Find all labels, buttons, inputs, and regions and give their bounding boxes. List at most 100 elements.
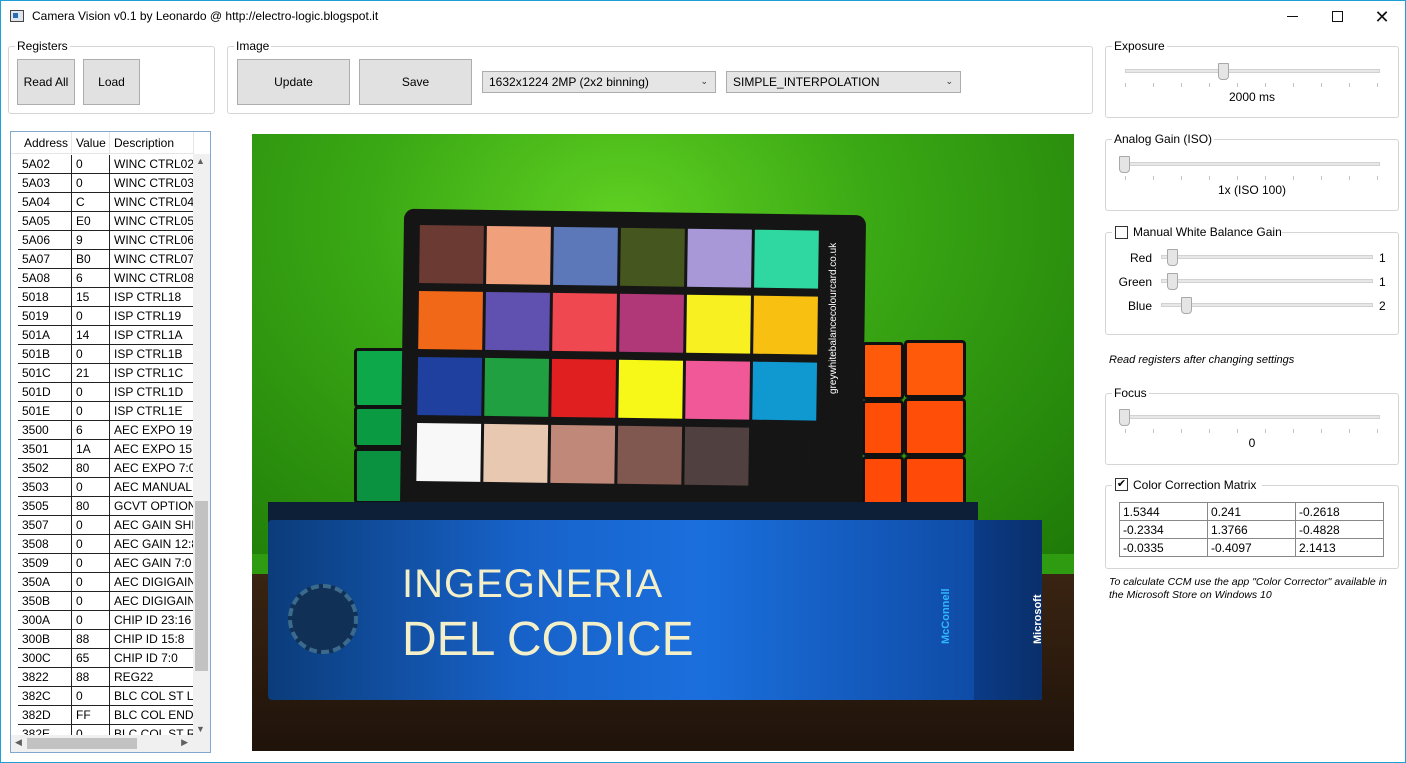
table-row[interactable]: 35006AEC EXPO 19:16 — [18, 421, 194, 440]
cell-description: WINC CTRL05 — [110, 212, 194, 230]
photo-cube — [862, 342, 904, 400]
register-table-header: Address Value Description — [11, 132, 194, 154]
color-patch — [553, 226, 618, 286]
interpolation-select[interactable]: SIMPLE_INTERPOLATION ⌄ — [726, 71, 961, 93]
cell-address: 3507 — [18, 516, 72, 534]
table-row[interactable]: 501B 0 ISP CTRL1B — [18, 345, 194, 364]
cell-address: 382C — [18, 687, 72, 705]
save-button[interactable]: Save — [359, 59, 472, 105]
white-balance-label: Manual White Balance Gain — [1133, 225, 1282, 239]
register-rows: 5A02 0 WINC CTRL02 5A03 0 WINC CTRL03 5A04 C WIN… — [18, 155, 194, 744]
table-row[interactable]: 5A02 0 WINC CTRL02 — [18, 155, 194, 174]
photo-cube — [904, 340, 966, 398]
cell-value: 0 — [72, 516, 110, 534]
load-button[interactable]: Load — [83, 59, 140, 105]
cell-address: 382D — [18, 706, 72, 724]
table-row[interactable]: 501C 21 ISP CTRL1C — [18, 364, 194, 383]
table-row[interactable]: 3509 0 AEC GAIN 7:0 — [18, 554, 194, 573]
ccm-cell[interactable]: 2.1413 — [1295, 538, 1384, 557]
update-button[interactable]: Update — [237, 59, 350, 105]
ccm-checkbox[interactable]: ✔ — [1115, 478, 1128, 491]
table-row[interactable]: 300A 0 CHIP ID 23:16 — [18, 611, 194, 630]
table-row[interactable]: 501D 0 ISP CTRL1D — [18, 383, 194, 402]
cell-description: CHIP ID 15:8 — [110, 630, 194, 648]
table-row[interactable]: 3822 88 REG22 — [18, 668, 194, 687]
table-row[interactable]: 35070AEC GAIN SHIFT — [18, 516, 194, 535]
color-patch — [484, 357, 550, 417]
table-row[interactable]: 5A03 0 WINC CTRL03 — [18, 174, 194, 193]
table-row[interactable]: 5A05 E0 WINC CTRL05 — [18, 212, 194, 231]
white-balance-checkbox[interactable] — [1115, 226, 1128, 239]
horizontal-scroll-thumb[interactable] — [27, 738, 137, 749]
registers-group-label: Registers — [15, 39, 70, 53]
cell-description: WINC CTRL06 — [110, 231, 194, 249]
focus-slider-thumb[interactable] — [1119, 409, 1130, 426]
wb-red-slider-thumb[interactable] — [1167, 249, 1179, 266]
ccm-cell[interactable]: -0.4828 — [1295, 520, 1384, 539]
scroll-left-icon[interactable]: ◀ — [15, 737, 22, 748]
table-row[interactable]: 3501 1A AEC EXPO 15:8 — [18, 440, 194, 459]
wb-green-slider-track[interactable] — [1161, 279, 1373, 283]
ccm-cell[interactable]: -0.2334 — [1119, 520, 1208, 539]
wb-blue-slider-thumb[interactable] — [1181, 297, 1193, 314]
table-row[interactable]: 3502 80 AEC EXPO 7:0 — [18, 459, 194, 478]
table-row[interactable]: 382DFFBLC COL END L — [18, 706, 194, 725]
table-row[interactable]: 3508 0 AEC GAIN 12:8 — [18, 535, 194, 554]
column-header-value[interactable]: Value — [72, 132, 110, 153]
column-header-description[interactable]: Description — [110, 132, 194, 153]
table-row[interactable]: 300C 65 CHIP ID 7:0 — [18, 649, 194, 668]
table-row[interactable]: 5019 0 ISP CTRL19 — [18, 307, 194, 326]
table-row[interactable]: 5A06 9 WINC CTRL06 — [18, 231, 194, 250]
analog-gain-slider-track[interactable] — [1125, 162, 1380, 166]
read-all-button[interactable]: Read All — [17, 59, 75, 105]
ccm-cell[interactable]: -0.2618 — [1295, 502, 1384, 521]
color-patch — [419, 225, 484, 284]
scroll-right-icon[interactable]: ▶ — [181, 737, 188, 748]
scroll-down-icon[interactable]: ▼ — [196, 724, 205, 734]
wb-red-slider-track[interactable] — [1161, 255, 1373, 259]
focus-slider-track[interactable] — [1125, 415, 1380, 419]
cell-description: WINC CTRL03 — [110, 174, 194, 192]
wb-blue-slider-track[interactable] — [1161, 303, 1373, 307]
table-row[interactable]: 350B 0 AEC DIGIGAIN — [18, 592, 194, 611]
app-window: Camera Vision v0.1 by Leonardo @ http://… — [0, 0, 1406, 763]
table-row[interactable]: 3503 0 AEC MANUAL — [18, 478, 194, 497]
exposure-label: Exposure — [1112, 39, 1167, 53]
table-row[interactable]: 5018 15 ISP CTRL18 — [18, 288, 194, 307]
ccm-cell[interactable]: -0.4097 — [1207, 538, 1296, 557]
table-row[interactable]: 300B 88 CHIP ID 15:8 — [18, 630, 194, 649]
exposure-slider-thumb[interactable] — [1217, 63, 1229, 80]
analog-gain-slider-ticks — [1125, 176, 1380, 180]
table-row[interactable]: 501A 14 ISP CTRL1A — [18, 326, 194, 345]
ccm-cell[interactable]: 1.5344 — [1119, 502, 1208, 521]
analog-gain-slider-thumb[interactable] — [1119, 156, 1130, 173]
table-row[interactable]: 350A 0 AEC DIGIGAIN — [18, 573, 194, 592]
cell-description: ISP CTRL1D — [110, 383, 194, 401]
vertical-scroll-thumb[interactable] — [195, 501, 208, 671]
table-row[interactable]: 501E 0 ISP CTRL1E — [18, 402, 194, 421]
table-row[interactable]: 3505 80 GCVT OPTION — [18, 497, 194, 516]
vertical-scrollbar[interactable]: ▲ ▼ — [193, 154, 210, 736]
color-patch — [618, 359, 684, 419]
table-row[interactable]: 5A08 6 WINC CTRL08 — [18, 269, 194, 288]
table-row[interactable]: 5A07 B0 WINC CTRL07 — [18, 250, 194, 269]
ccm-cell[interactable]: 0.241 — [1207, 502, 1296, 521]
table-row[interactable]: 5A04 C WINC CTRL04 — [18, 193, 194, 212]
cell-address: 350B — [18, 592, 72, 610]
wb-green-slider-thumb[interactable] — [1167, 273, 1179, 290]
horizontal-scrollbar[interactable]: ◀ ▶ — [11, 735, 210, 752]
table-row[interactable]: 382C 0 BLC COL ST L — [18, 687, 194, 706]
column-header-address[interactable]: Address — [11, 132, 72, 153]
cell-value: 0 — [72, 611, 110, 629]
cell-value: 0 — [72, 687, 110, 705]
maximize-button[interactable] — [1314, 1, 1360, 32]
register-table[interactable]: Address Value Description 5A02 0 WINC CTRL… — [10, 131, 211, 753]
ccm-cell[interactable]: 1.3766 — [1207, 520, 1296, 539]
cell-value: 0 — [72, 554, 110, 572]
exposure-slider-track[interactable] — [1125, 69, 1380, 73]
scroll-up-icon[interactable]: ▲ — [196, 156, 205, 166]
resolution-select[interactable]: 1632x1224 2MP (2x2 binning) ⌄ — [482, 71, 716, 93]
minimize-button[interactable] — [1269, 1, 1315, 32]
close-button[interactable]: ✕ — [1359, 1, 1405, 32]
ccm-cell[interactable]: -0.0335 — [1119, 538, 1208, 557]
